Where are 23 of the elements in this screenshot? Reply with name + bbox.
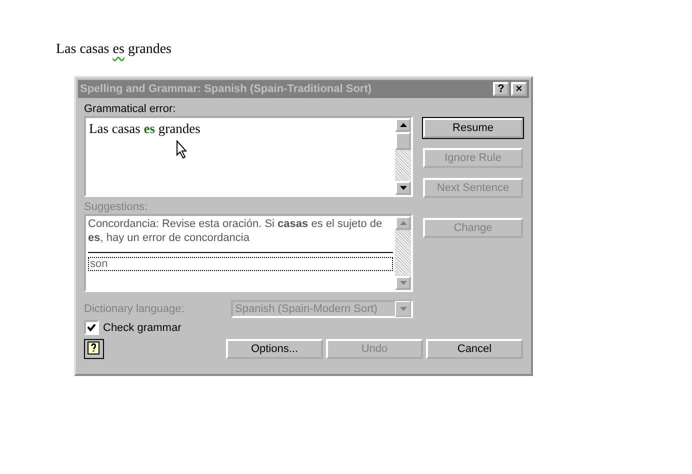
help-button[interactable]: ? bbox=[493, 82, 509, 96]
field-label: Suggestions: bbox=[84, 201, 149, 213]
suggestion-message: Concordancia: Revise esta oración. Si casas es el sujeto de es, hay un error de concordancia bbox=[88, 217, 384, 245]
scroll-up-arrow-icon[interactable] bbox=[400, 123, 406, 127]
scroll-thumb[interactable] bbox=[395, 132, 411, 150]
window-title: Spelling and Grammar: Spanish (Spain-Traditional Sort) bbox=[80, 83, 373, 95]
dialog-button[interactable]: Resume bbox=[423, 118, 523, 138]
field-label: Grammatical error: bbox=[84, 103, 177, 115]
checkbox-label: Check grammar bbox=[103, 322, 182, 334]
close-button[interactable]: × bbox=[511, 82, 527, 96]
suggestion-item[interactable]: son bbox=[88, 257, 393, 271]
error-text-box[interactable]: Las casas es grandes bbox=[84, 116, 413, 197]
help-icon[interactable] bbox=[84, 339, 104, 359]
mouse-pointer-icon bbox=[176, 140, 188, 159]
dialog-button[interactable]: Cancel bbox=[426, 339, 523, 359]
error-sentence: Las casas es grandes bbox=[89, 121, 200, 136]
dialog-button[interactable]: Options... bbox=[226, 339, 323, 359]
checkbox[interactable] bbox=[84, 320, 99, 335]
document-text: Las casas es grandes bbox=[56, 42, 172, 58]
scrollbar[interactable] bbox=[395, 118, 411, 195]
field-label: Dictionary language: bbox=[84, 303, 184, 315]
suggestions-list[interactable]: Concordancia: Revise esta oración. Si casas es el sujeto de es, hay un error de concordancia son bbox=[84, 214, 413, 292]
scroll-down-arrow-icon[interactable] bbox=[400, 186, 406, 190]
